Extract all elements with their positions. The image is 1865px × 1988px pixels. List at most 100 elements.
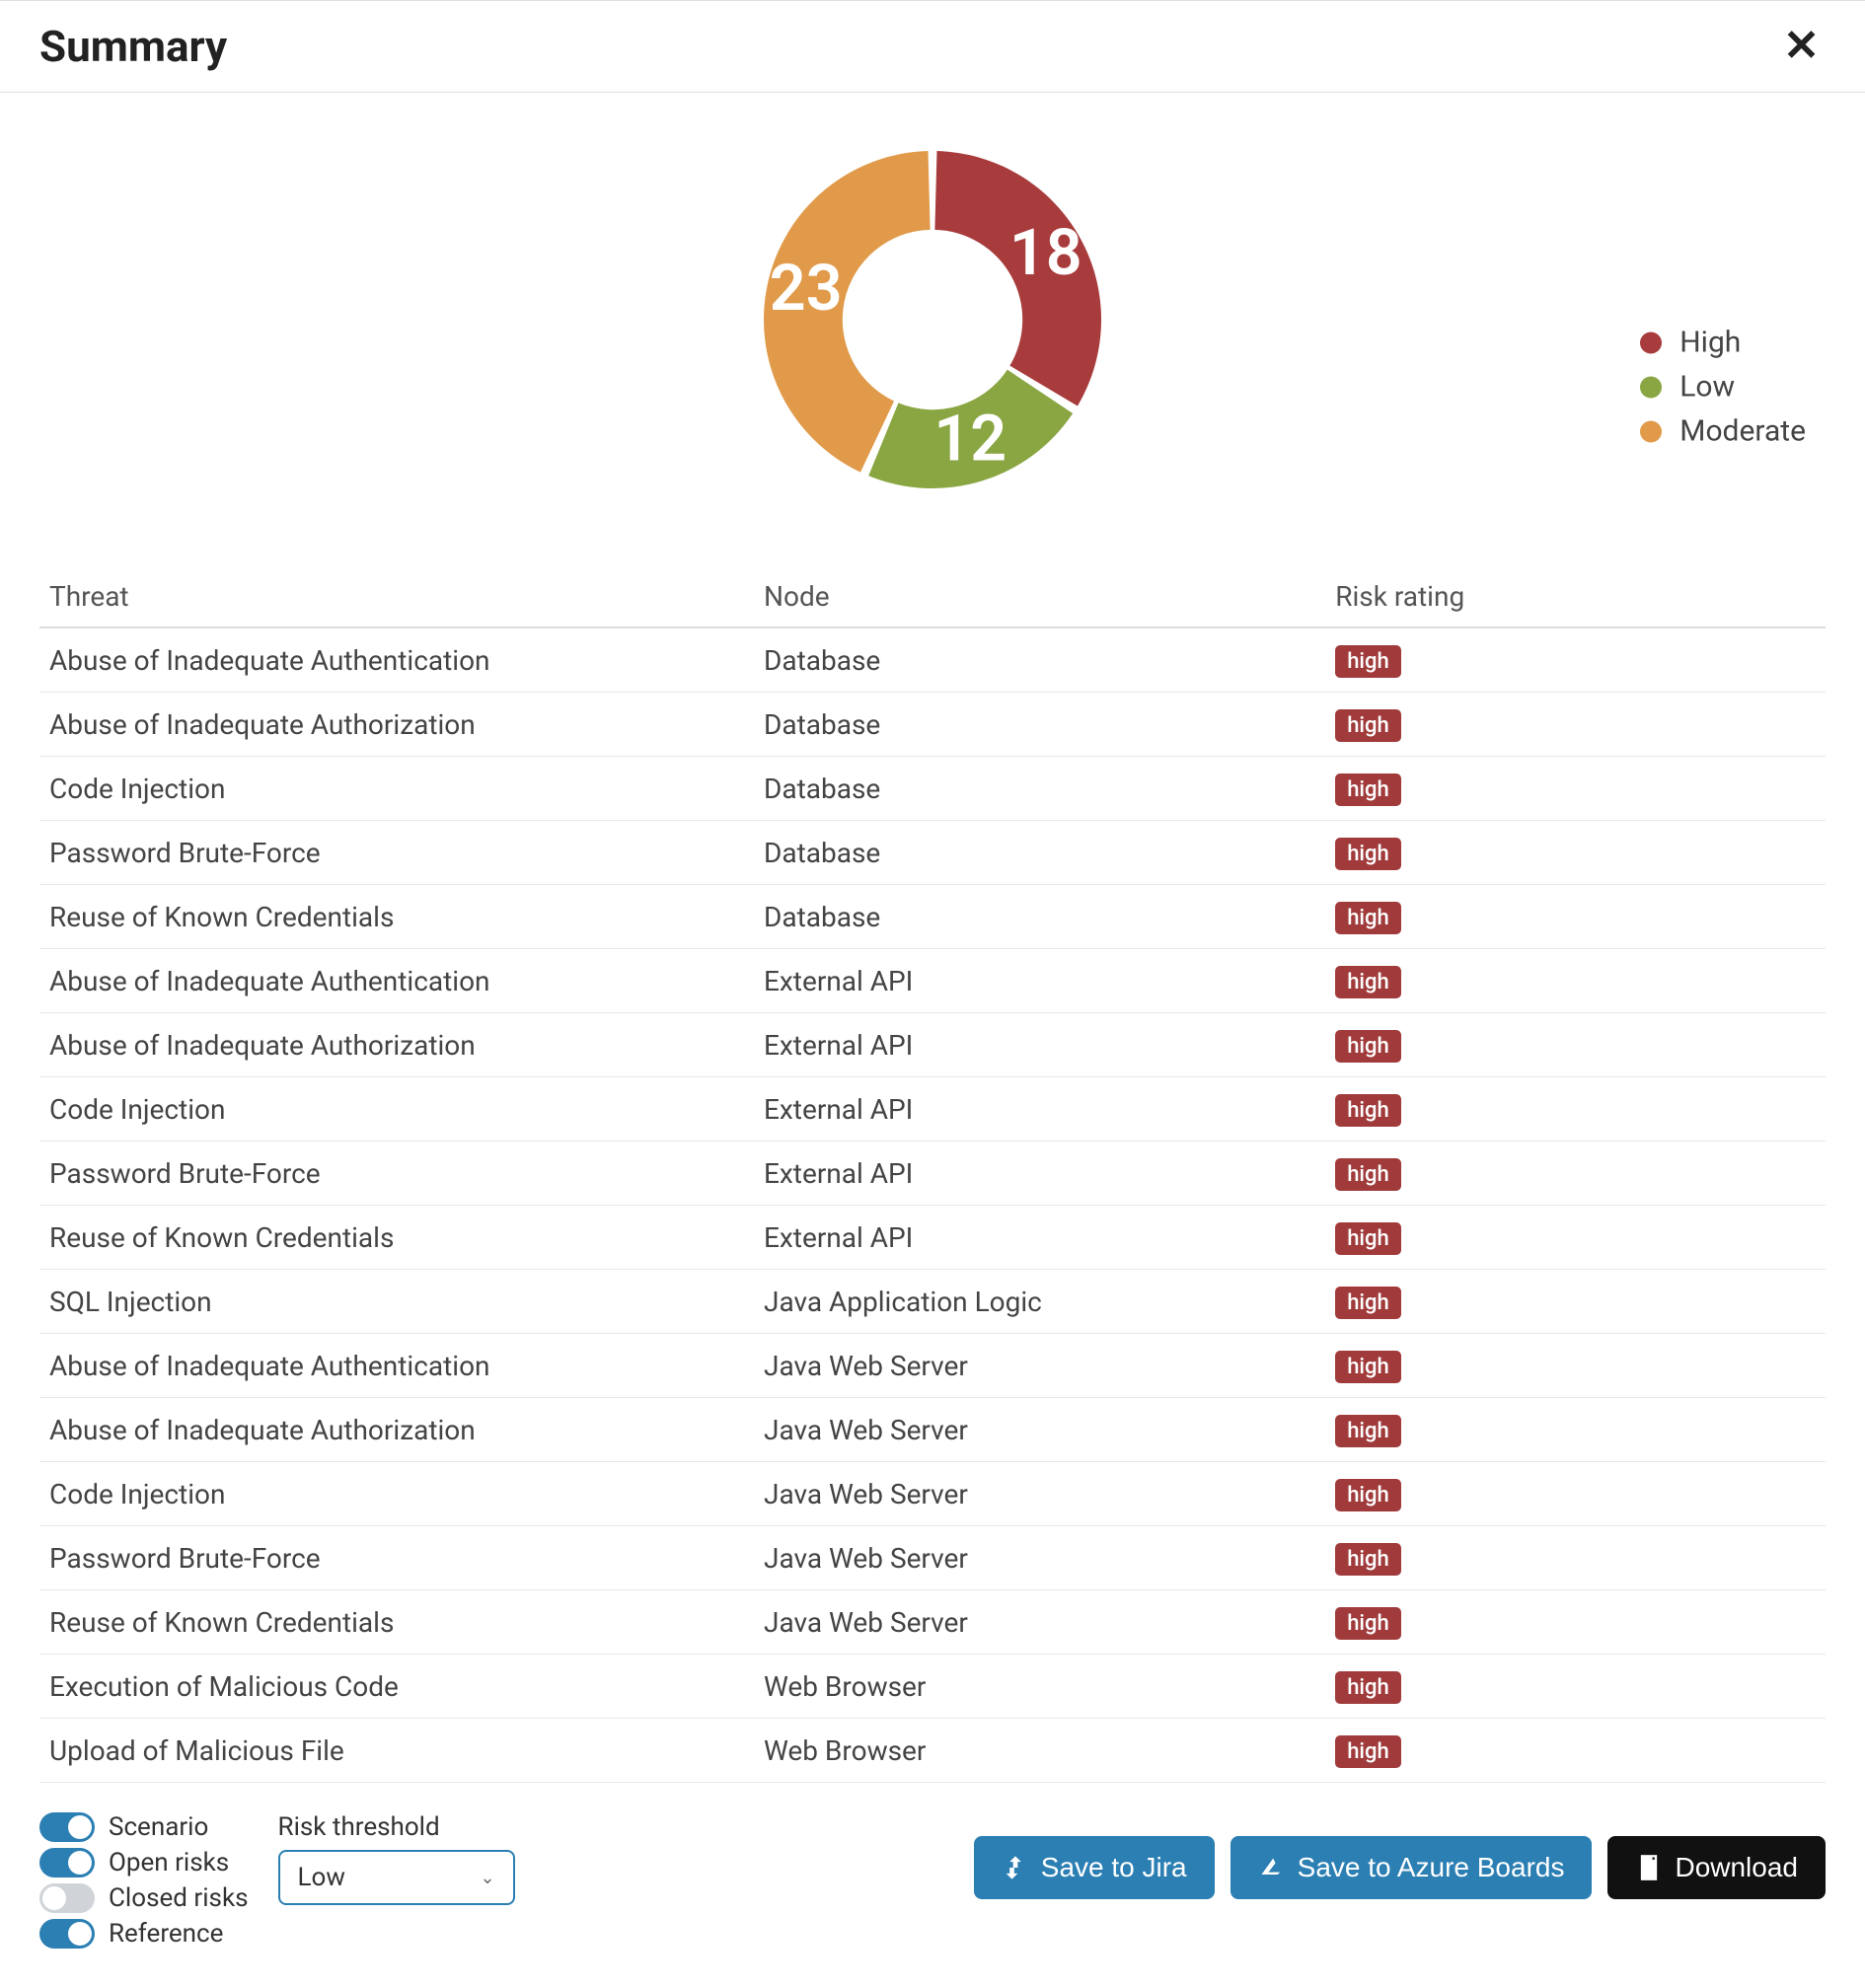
cell-node: Java Web Server	[754, 1526, 1325, 1590]
legend-item-high[interactable]: High	[1640, 326, 1806, 360]
toggle-scenario[interactable]	[39, 1812, 95, 1842]
jira-icon	[1002, 1854, 1029, 1881]
cell-rating: high	[1325, 1206, 1826, 1270]
cell-rating: high	[1325, 1719, 1826, 1783]
cell-threat: Code Injection	[39, 1462, 754, 1526]
download-button[interactable]: Download	[1607, 1836, 1826, 1899]
table-row[interactable]: SQL InjectionJava Application Logic high	[39, 1270, 1826, 1334]
cell-threat: Reuse of Known Credentials	[39, 885, 754, 949]
column-header-threat[interactable]: Threat	[39, 566, 754, 627]
toggle-row-scenario: Scenario	[39, 1812, 249, 1842]
table-row[interactable]: Abuse of Inadequate AuthorizationExterna…	[39, 1013, 1826, 1077]
cell-threat: Abuse of Inadequate Authorization	[39, 693, 754, 757]
cell-threat: Abuse of Inadequate Authorization	[39, 1398, 754, 1462]
table-row[interactable]: Reuse of Known CredentialsExternal APIhi…	[39, 1206, 1826, 1270]
table-row[interactable]: Password Brute-ForceExternal APIhigh	[39, 1141, 1826, 1206]
column-header-rating[interactable]: Risk rating	[1325, 566, 1826, 627]
toggle-open_risks[interactable]	[39, 1848, 95, 1878]
modal-title: Summary	[39, 21, 227, 72]
legend-label: High	[1679, 326, 1741, 360]
footer-left: ScenarioOpen risksClosed risksReference …	[39, 1812, 515, 1949]
close-button[interactable]: ✕	[1777, 24, 1826, 69]
table-row[interactable]: Reuse of Known CredentialsDatabasehigh	[39, 885, 1826, 949]
table-row[interactable]: Abuse of Inadequate AuthenticationExtern…	[39, 949, 1826, 1013]
legend-label: Moderate	[1679, 414, 1806, 449]
toggle-row-reference: Reference	[39, 1919, 249, 1949]
cell-node: External API	[754, 1013, 1325, 1077]
toggle-knob	[68, 1815, 92, 1839]
cell-node: Java Web Server	[754, 1590, 1325, 1655]
table-row[interactable]: Abuse of Inadequate AuthorizationDatabas…	[39, 693, 1826, 757]
cell-rating: high	[1325, 949, 1826, 1013]
cell-node: Database	[754, 627, 1325, 693]
risk-badge: high	[1335, 1222, 1401, 1255]
cell-threat: Code Injection	[39, 757, 754, 821]
legend-item-low[interactable]: Low	[1640, 370, 1806, 405]
table-row[interactable]: Password Brute-ForceDatabasehigh	[39, 821, 1826, 885]
toggle-row-open_risks: Open risks	[39, 1848, 249, 1878]
legend-label: Low	[1679, 370, 1735, 405]
table-row[interactable]: Abuse of Inadequate AuthenticationJava W…	[39, 1334, 1826, 1398]
toggle-row-closed_risks: Closed risks	[39, 1883, 249, 1913]
cell-node: Database	[754, 821, 1325, 885]
table-row[interactable]: Upload of Malicious FileWeb Browserhigh	[39, 1719, 1826, 1783]
modal-header: Summary ✕	[0, 0, 1865, 93]
toggle-reference[interactable]	[39, 1919, 95, 1949]
cell-rating: high	[1325, 1398, 1826, 1462]
file-icon	[1635, 1854, 1663, 1881]
risk-badge: high	[1335, 773, 1401, 806]
cell-node: Web Browser	[754, 1719, 1325, 1783]
risk-badge: high	[1335, 966, 1401, 998]
donut-slice-label-low: 12	[933, 401, 1007, 476]
cell-rating: high	[1325, 1141, 1826, 1206]
cell-rating: high	[1325, 1270, 1826, 1334]
table-row[interactable]: Code InjectionExternal APIhigh	[39, 1077, 1826, 1141]
toggle-label: Closed risks	[109, 1883, 249, 1913]
cell-node: Java Web Server	[754, 1334, 1325, 1398]
threshold-selected-value: Low	[298, 1863, 345, 1892]
cell-node: Database	[754, 693, 1325, 757]
chart-area: 181223 HighLowModerate	[0, 93, 1865, 566]
cell-rating: high	[1325, 627, 1826, 693]
donut-slice-label-moderate: 23	[770, 251, 843, 326]
cell-threat: Password Brute-Force	[39, 1526, 754, 1590]
donut-chart: 181223	[745, 132, 1120, 507]
chevron-down-icon: ⌄	[480, 1868, 494, 1888]
cell-rating: high	[1325, 1334, 1826, 1398]
action-buttons: Save to Jira Save to Azure Boards Downlo…	[974, 1836, 1826, 1899]
cell-rating: high	[1325, 1077, 1826, 1141]
cell-node: External API	[754, 1206, 1325, 1270]
save-to-azure-button[interactable]: Save to Azure Boards	[1231, 1836, 1593, 1899]
cell-threat: SQL Injection	[39, 1270, 754, 1334]
table-row[interactable]: Password Brute-ForceJava Web Serverhigh	[39, 1526, 1826, 1590]
cell-node: Database	[754, 885, 1325, 949]
legend-item-moderate[interactable]: Moderate	[1640, 414, 1806, 449]
cell-node: Java Application Logic	[754, 1270, 1325, 1334]
risk-badge: high	[1335, 1607, 1401, 1640]
table-row[interactable]: Execution of Malicious CodeWeb Browserhi…	[39, 1655, 1826, 1719]
azure-icon	[1258, 1854, 1286, 1881]
save-to-azure-label: Save to Azure Boards	[1298, 1852, 1565, 1883]
risk-badge: high	[1335, 1351, 1401, 1383]
table-row[interactable]: Abuse of Inadequate AuthenticationDataba…	[39, 627, 1826, 693]
save-to-jira-button[interactable]: Save to Jira	[974, 1836, 1215, 1899]
table-row[interactable]: Code InjectionDatabasehigh	[39, 757, 1826, 821]
table-row[interactable]: Reuse of Known CredentialsJava Web Serve…	[39, 1590, 1826, 1655]
toggle-label: Open risks	[109, 1848, 229, 1878]
risk-badge: high	[1335, 1287, 1401, 1319]
close-icon: ✕	[1783, 22, 1820, 70]
table-row[interactable]: Abuse of Inadequate AuthorizationJava We…	[39, 1398, 1826, 1462]
threat-table-wrap: Threat Node Risk rating Abuse of Inadequ…	[0, 566, 1865, 1783]
toggle-list: Scenario Open risks Closed risks Reference	[39, 1812, 249, 1949]
toggle-closed_risks[interactable]	[39, 1883, 95, 1913]
risk-badge: high	[1335, 1479, 1401, 1511]
risk-badge: high	[1335, 1030, 1401, 1063]
cell-rating: high	[1325, 1655, 1826, 1719]
cell-node: External API	[754, 949, 1325, 1013]
threshold-select[interactable]: Low ⌄	[278, 1850, 515, 1905]
cell-threat: Execution of Malicious Code	[39, 1655, 754, 1719]
threshold-label: Risk threshold	[278, 1812, 515, 1842]
risk-badge: high	[1335, 1094, 1401, 1127]
table-row[interactable]: Code InjectionJava Web Serverhigh	[39, 1462, 1826, 1526]
column-header-node[interactable]: Node	[754, 566, 1325, 627]
